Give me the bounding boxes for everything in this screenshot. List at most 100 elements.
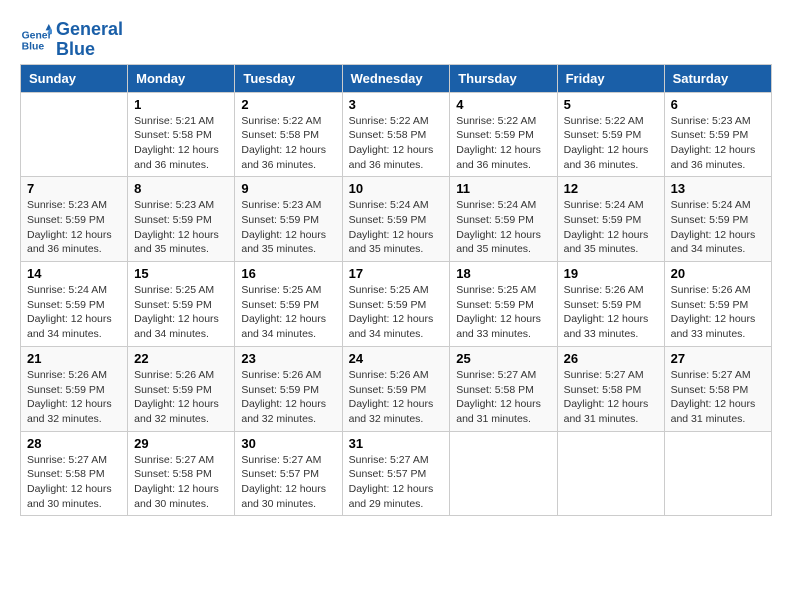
col-header-saturday: Saturday [664, 64, 771, 92]
day-number: 8 [134, 181, 228, 196]
day-number: 19 [564, 266, 658, 281]
day-number: 13 [671, 181, 765, 196]
calendar-header-row: SundayMondayTuesdayWednesdayThursdayFrid… [21, 64, 772, 92]
logo: General Blue General Blue [20, 20, 123, 60]
calendar-cell: 15 Sunrise: 5:25 AM Sunset: 5:59 PM Dayli… [128, 262, 235, 347]
calendar-cell: 19 Sunrise: 5:26 AM Sunset: 5:59 PM Dayli… [557, 262, 664, 347]
calendar-cell: 8 Sunrise: 5:23 AM Sunset: 5:59 PM Daylig… [128, 177, 235, 262]
day-number: 21 [27, 351, 121, 366]
calendar-cell: 27Sunrise: 5:27 AM Sunset: 5:58 PM Dayli… [664, 346, 771, 431]
day-info: Sunrise: 5:27 AM Sunset: 5:57 PM Dayligh… [349, 453, 444, 512]
col-header-wednesday: Wednesday [342, 64, 450, 92]
day-info: Sunrise: 5:27 AM Sunset: 5:57 PM Dayligh… [241, 453, 335, 512]
day-number: 7 [27, 181, 121, 196]
week-row-3: 14 Sunrise: 5:24 AM Sunset: 5:59 PM Dayli… [21, 262, 772, 347]
day-number: 15 [134, 266, 228, 281]
day-info: Sunrise: 5:24 AM Sunset: 5:59 PM Dayligh… [564, 198, 658, 257]
day-number: 6 [671, 97, 765, 112]
calendar-cell: 20 Sunrise: 5:26 AM Sunset: 5:59 PM Dayli… [664, 262, 771, 347]
calendar-cell: 18Sunrise: 5:25 AM Sunset: 5:59 PM Dayli… [450, 262, 557, 347]
calendar-cell: 28 Sunrise: 5:27 AM Sunset: 5:58 PM Dayli… [21, 431, 128, 516]
week-row-5: 28 Sunrise: 5:27 AM Sunset: 5:58 PM Dayli… [21, 431, 772, 516]
day-number: 14 [27, 266, 121, 281]
calendar-cell: 10 Sunrise: 5:24 AM Sunset: 5:59 PM Dayli… [342, 177, 450, 262]
logo-icon: General Blue [20, 24, 52, 56]
logo-text-line1: General [56, 20, 123, 40]
calendar-cell: 17 Sunrise: 5:25 AM Sunset: 5:59 PM Dayli… [342, 262, 450, 347]
day-info: Sunrise: 5:23 AM Sunset: 5:59 PM Dayligh… [241, 198, 335, 257]
calendar-cell: 14 Sunrise: 5:24 AM Sunset: 5:59 PM Dayli… [21, 262, 128, 347]
day-number: 22 [134, 351, 228, 366]
day-info: Sunrise: 5:26 AM Sunset: 5:59 PM Dayligh… [671, 283, 765, 342]
day-info: Sunrise: 5:24 AM Sunset: 5:59 PM Dayligh… [349, 198, 444, 257]
day-info: Sunrise: 5:25 AM Sunset: 5:59 PM Dayligh… [134, 283, 228, 342]
calendar-cell: 11 Sunrise: 5:24 AM Sunset: 5:59 PM Dayli… [450, 177, 557, 262]
calendar-cell: 25 Sunrise: 5:27 AM Sunset: 5:58 PM Dayli… [450, 346, 557, 431]
day-info: Sunrise: 5:26 AM Sunset: 5:59 PM Dayligh… [27, 368, 121, 427]
calendar-cell: 16 Sunrise: 5:25 AM Sunset: 5:59 PM Dayli… [235, 262, 342, 347]
calendar-cell: 5 Sunrise: 5:22 AM Sunset: 5:59 PM Daylig… [557, 92, 664, 177]
day-info: Sunrise: 5:26 AM Sunset: 5:59 PM Dayligh… [349, 368, 444, 427]
calendar-cell: 12 Sunrise: 5:24 AM Sunset: 5:59 PM Dayli… [557, 177, 664, 262]
day-number: 3 [349, 97, 444, 112]
calendar-table: SundayMondayTuesdayWednesdayThursdayFrid… [20, 64, 772, 517]
day-number: 28 [27, 436, 121, 451]
day-info: Sunrise: 5:25 AM Sunset: 5:59 PM Dayligh… [349, 283, 444, 342]
day-number: 2 [241, 97, 335, 112]
day-number: 5 [564, 97, 658, 112]
day-info: Sunrise: 5:24 AM Sunset: 5:59 PM Dayligh… [27, 283, 121, 342]
day-info: Sunrise: 5:23 AM Sunset: 5:59 PM Dayligh… [27, 198, 121, 257]
day-number: 1 [134, 97, 228, 112]
day-info: Sunrise: 5:27 AM Sunset: 5:58 PM Dayligh… [27, 453, 121, 512]
calendar-cell: 6Sunrise: 5:23 AM Sunset: 5:59 PM Daylig… [664, 92, 771, 177]
calendar-cell: 1 Sunrise: 5:21 AM Sunset: 5:58 PM Daylig… [128, 92, 235, 177]
day-info: Sunrise: 5:27 AM Sunset: 5:58 PM Dayligh… [564, 368, 658, 427]
day-info: Sunrise: 5:27 AM Sunset: 5:58 PM Dayligh… [134, 453, 228, 512]
day-info: Sunrise: 5:23 AM Sunset: 5:59 PM Dayligh… [134, 198, 228, 257]
day-info: Sunrise: 5:25 AM Sunset: 5:59 PM Dayligh… [241, 283, 335, 342]
day-number: 16 [241, 266, 335, 281]
day-info: Sunrise: 5:26 AM Sunset: 5:59 PM Dayligh… [241, 368, 335, 427]
calendar-cell [557, 431, 664, 516]
day-number: 20 [671, 266, 765, 281]
day-info: Sunrise: 5:22 AM Sunset: 5:59 PM Dayligh… [564, 114, 658, 173]
day-info: Sunrise: 5:24 AM Sunset: 5:59 PM Dayligh… [456, 198, 550, 257]
calendar-cell [664, 431, 771, 516]
day-info: Sunrise: 5:26 AM Sunset: 5:59 PM Dayligh… [134, 368, 228, 427]
col-header-tuesday: Tuesday [235, 64, 342, 92]
calendar-cell [450, 431, 557, 516]
calendar-cell: 23Sunrise: 5:26 AM Sunset: 5:59 PM Dayli… [235, 346, 342, 431]
svg-text:General: General [22, 30, 52, 41]
day-info: Sunrise: 5:25 AM Sunset: 5:59 PM Dayligh… [456, 283, 550, 342]
calendar-cell: 3 Sunrise: 5:22 AM Sunset: 5:58 PM Daylig… [342, 92, 450, 177]
day-number: 17 [349, 266, 444, 281]
calendar-cell: 2Sunrise: 5:22 AM Sunset: 5:58 PM Daylig… [235, 92, 342, 177]
day-number: 12 [564, 181, 658, 196]
day-number: 9 [241, 181, 335, 196]
col-header-thursday: Thursday [450, 64, 557, 92]
day-number: 24 [349, 351, 444, 366]
calendar-cell: 13 Sunrise: 5:24 AM Sunset: 5:59 PM Dayli… [664, 177, 771, 262]
col-header-friday: Friday [557, 64, 664, 92]
day-number: 10 [349, 181, 444, 196]
calendar-cell: 4Sunrise: 5:22 AM Sunset: 5:59 PM Daylig… [450, 92, 557, 177]
day-info: Sunrise: 5:24 AM Sunset: 5:59 PM Dayligh… [671, 198, 765, 257]
week-row-2: 7 Sunrise: 5:23 AM Sunset: 5:59 PM Daylig… [21, 177, 772, 262]
week-row-4: 21 Sunrise: 5:26 AM Sunset: 5:59 PM Dayli… [21, 346, 772, 431]
col-header-sunday: Sunday [21, 64, 128, 92]
day-info: Sunrise: 5:22 AM Sunset: 5:58 PM Dayligh… [349, 114, 444, 173]
day-number: 11 [456, 181, 550, 196]
calendar-cell: 21 Sunrise: 5:26 AM Sunset: 5:59 PM Dayli… [21, 346, 128, 431]
calendar-cell: 9 Sunrise: 5:23 AM Sunset: 5:59 PM Daylig… [235, 177, 342, 262]
day-info: Sunrise: 5:27 AM Sunset: 5:58 PM Dayligh… [456, 368, 550, 427]
logo-text-line2: Blue [56, 40, 123, 60]
day-number: 25 [456, 351, 550, 366]
calendar-cell: 22 Sunrise: 5:26 AM Sunset: 5:59 PM Dayli… [128, 346, 235, 431]
day-info: Sunrise: 5:27 AM Sunset: 5:58 PM Dayligh… [671, 368, 765, 427]
calendar-cell: 30Sunrise: 5:27 AM Sunset: 5:57 PM Dayli… [235, 431, 342, 516]
day-info: Sunrise: 5:21 AM Sunset: 5:58 PM Dayligh… [134, 114, 228, 173]
calendar-cell: 24 Sunrise: 5:26 AM Sunset: 5:59 PM Dayli… [342, 346, 450, 431]
day-info: Sunrise: 5:26 AM Sunset: 5:59 PM Dayligh… [564, 283, 658, 342]
svg-text:Blue: Blue [22, 41, 45, 52]
day-number: 4 [456, 97, 550, 112]
